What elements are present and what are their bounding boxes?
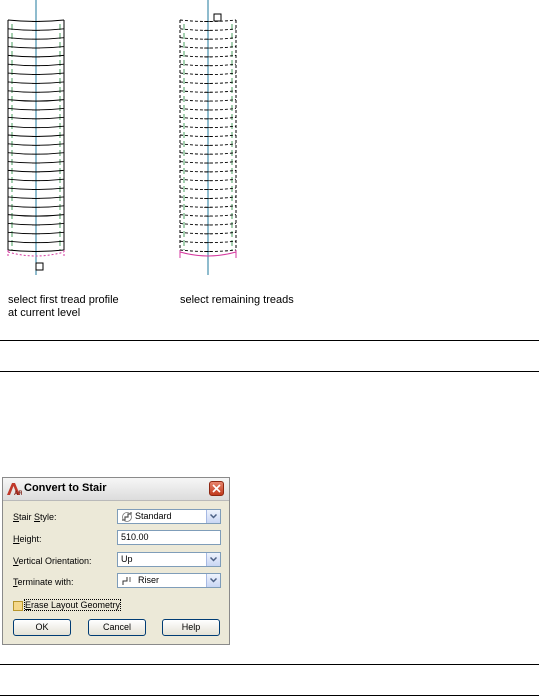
stair-style-select[interactable]: Standard bbox=[117, 509, 221, 524]
caption-remaining-treads: select remaining treads bbox=[180, 294, 294, 306]
erase-layout-geometry-checkbox[interactable] bbox=[13, 601, 23, 611]
caption-line-2: at current level bbox=[8, 307, 81, 319]
chevron-down-icon bbox=[210, 514, 217, 519]
chevron-down-icon bbox=[210, 557, 217, 562]
stair-style-value: Standard bbox=[135, 511, 172, 521]
vertical-orientation-label: Vertical Orientation: bbox=[13, 556, 92, 566]
close-icon bbox=[212, 484, 221, 493]
vertical-orientation-select[interactable]: Up bbox=[117, 552, 221, 567]
divider-rule bbox=[0, 371, 539, 372]
cancel-button[interactable]: Cancel bbox=[88, 619, 146, 636]
terminate-with-select[interactable]: Riser bbox=[117, 573, 221, 588]
dialog-titlebar[interactable]: AR Convert to Stair bbox=[3, 478, 229, 501]
ok-button[interactable]: OK bbox=[13, 619, 71, 636]
caption-first-tread: select first tread profile at current le… bbox=[8, 294, 119, 320]
terminate-with-label: Terminate with: bbox=[13, 577, 74, 587]
vertical-orientation-value: Up bbox=[121, 554, 133, 564]
stair-style-label: Stair Style: bbox=[13, 512, 57, 522]
dialog-title: Convert to Stair bbox=[24, 482, 107, 494]
autocad-architecture-logo-icon: AR bbox=[7, 483, 22, 496]
terminate-with-value: Riser bbox=[138, 575, 160, 585]
convert-to-stair-dialog: AR Convert to Stair Stair Style: Standar… bbox=[2, 477, 230, 645]
divider-rule bbox=[0, 664, 539, 665]
terminate-with-dropdown-button[interactable] bbox=[206, 574, 220, 587]
vertical-orientation-dropdown-button[interactable] bbox=[206, 553, 220, 566]
stair-plan-figure bbox=[7, 0, 237, 275]
chevron-down-icon bbox=[210, 578, 217, 583]
divider-rule bbox=[0, 695, 539, 696]
grip-square bbox=[35, 262, 44, 271]
erase-layout-geometry-label[interactable]: Erase Layout Geometry bbox=[23, 599, 122, 611]
caption-line-1: select first tread profile bbox=[8, 294, 119, 306]
help-button[interactable]: Help bbox=[162, 619, 220, 636]
stair-style-dropdown-button[interactable] bbox=[206, 510, 220, 523]
divider-rule bbox=[0, 340, 539, 341]
stair-style-icon bbox=[122, 512, 132, 522]
grip-square bbox=[213, 13, 222, 22]
logo-text: AR bbox=[14, 491, 22, 496]
riser-icon bbox=[122, 577, 131, 585]
height-value: 510.00 bbox=[121, 532, 149, 542]
height-input[interactable]: 510.00 bbox=[117, 530, 221, 545]
close-button[interactable] bbox=[209, 481, 224, 496]
height-label: Height: bbox=[13, 534, 42, 544]
